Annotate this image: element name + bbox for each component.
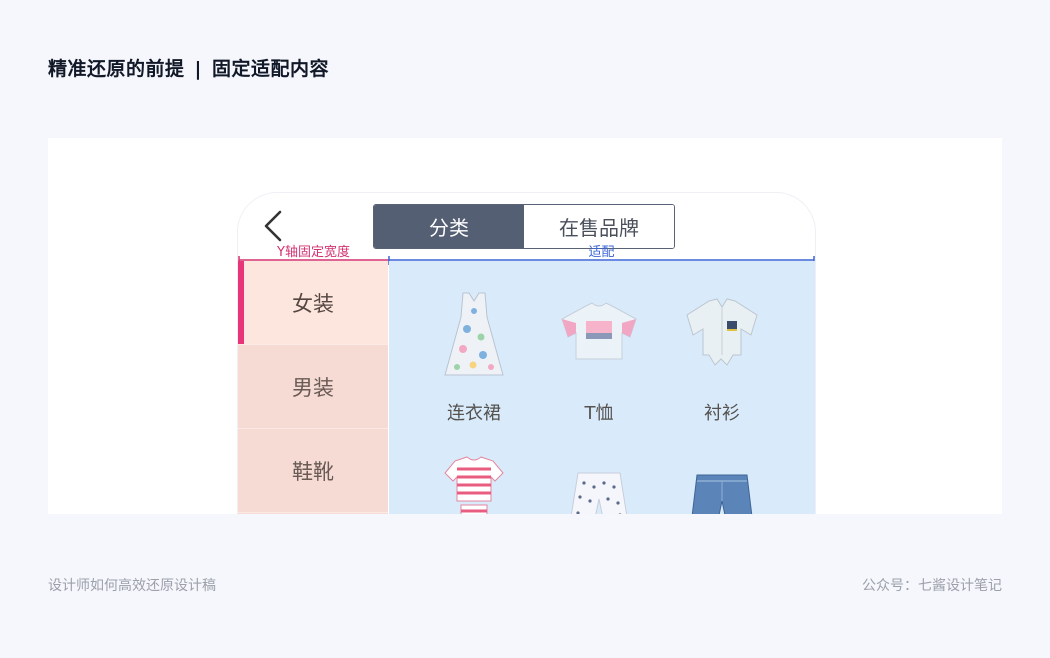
- product-label: T恤: [584, 403, 614, 424]
- sidebar-item-label: 鞋靴: [292, 459, 334, 484]
- sidebar-item-shoes[interactable]: 鞋靴: [238, 429, 388, 513]
- product-label: 衬衫: [704, 403, 740, 424]
- product-tshirt[interactable]: T恤: [534, 289, 664, 425]
- page-title-main: 精准还原的前提: [48, 58, 185, 80]
- title-separator: |: [194, 58, 202, 80]
- product-shirt[interactable]: 衬衫: [657, 289, 787, 425]
- category-sidebar: 女装 男装 鞋靴: [238, 261, 388, 514]
- page-title-sub: 固定适配内容: [211, 58, 329, 80]
- illustration-card: 分类 在售品牌 Y轴固定宽度 适配 女装 男装 鞋靴 连衣裙 T恤 衬衫: [48, 138, 1002, 514]
- sidebar-item-label: 男装: [292, 375, 334, 400]
- tshirt-icon: [561, 302, 637, 360]
- footer-account: 公众号：七酱设计笔记: [862, 578, 1002, 594]
- active-indicator: [238, 261, 244, 344]
- denim-shorts-icon: [691, 474, 753, 514]
- product-shorts[interactable]: [534, 469, 664, 514]
- phone-mockup: 分类 在售品牌 Y轴固定宽度 适配 女装 男装 鞋靴 连衣裙 T恤 衬衫: [237, 192, 816, 514]
- dress-icon: [444, 292, 504, 376]
- sidebar-item-mens[interactable]: 男装: [238, 345, 388, 429]
- product-label: 连衣裙: [447, 403, 501, 424]
- sidebar-item-label: 女装: [292, 291, 334, 316]
- footer-caption: 设计师如何高效还原设计稿: [48, 578, 216, 594]
- striped-set-icon: [444, 456, 504, 514]
- product-denim-shorts[interactable]: [657, 471, 787, 514]
- page-title: 精准还原的前提 | 固定适配内容: [48, 54, 329, 81]
- product-striped-set[interactable]: [409, 453, 539, 514]
- sidebar-item-womens[interactable]: 女装: [238, 261, 388, 345]
- product-grid-area: 连衣裙 T恤 衬衫: [389, 261, 815, 514]
- back-arrow-icon[interactable]: [262, 209, 284, 243]
- shorts-icon: [570, 472, 628, 514]
- product-dress[interactable]: 连衣裙: [409, 289, 539, 425]
- shirt-icon: [686, 298, 758, 366]
